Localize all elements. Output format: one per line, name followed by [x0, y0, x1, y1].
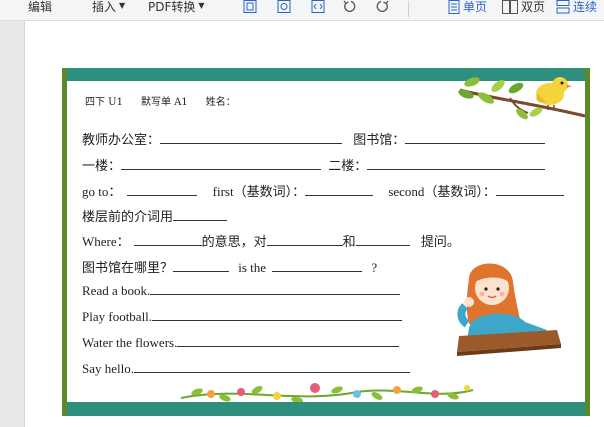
bottom-band — [67, 402, 585, 416]
answer-blank[interactable] — [305, 185, 374, 196]
continuous-button[interactable]: 连续 — [556, 0, 597, 18]
answer-blank[interactable] — [367, 159, 546, 170]
double-page-button[interactable]: 双页 — [502, 0, 545, 18]
answer-blank[interactable] — [121, 159, 322, 170]
answer-blank[interactable] — [495, 185, 564, 196]
continuous-label: 连续 — [573, 0, 598, 14]
line-floors: 一楼： 二楼： — [82, 155, 546, 174]
left-gutter — [0, 21, 24, 427]
line-preposition: 楼层前的介词用 — [82, 206, 228, 225]
top-toolbar: 编辑 插入 ▼ PDF转换 ▼ 单页 双页 连续 — [0, 0, 604, 21]
line-water-flowers: Water the flowers. — [82, 335, 400, 351]
girl-reading-illustration — [457, 263, 561, 356]
edit-label: 编辑 — [28, 0, 53, 14]
chevron-down-icon: ▼ — [198, 1, 205, 10]
fit-width-icon[interactable] — [276, 0, 292, 14]
line-say-hello: Say hello. — [82, 361, 410, 377]
double-page-icon — [502, 0, 518, 14]
actual-size-icon[interactable] — [310, 0, 326, 14]
edit-menu[interactable]: 编辑 — [28, 0, 52, 18]
answer-blank[interactable] — [150, 284, 401, 295]
answer-blank[interactable] — [266, 235, 343, 246]
dictation-label: 默写单 A1 — [140, 97, 188, 108]
answer-blank[interactable] — [134, 362, 410, 373]
pdf-convert-menu[interactable]: PDF转换 ▼ — [148, 0, 205, 18]
answer-blank[interactable] — [160, 133, 343, 144]
fit-page-icon[interactable] — [242, 0, 258, 14]
rotate-right-icon[interactable] — [374, 0, 390, 14]
insert-label: 插入 — [92, 0, 117, 14]
insert-menu[interactable]: 插入 ▼ — [92, 0, 125, 18]
answer-blank[interactable] — [177, 336, 400, 347]
answer-blank[interactable] — [405, 133, 546, 144]
toolbar-divider — [408, 1, 409, 17]
name-label: 姓名： — [205, 97, 236, 108]
answer-blank[interactable] — [152, 310, 403, 321]
chevron-down-icon: ▼ — [119, 1, 126, 10]
single-page-button[interactable]: 单页 — [448, 0, 487, 18]
line-play-football: Play football. — [82, 309, 403, 325]
rotate-left-icon[interactable] — [342, 0, 358, 14]
continuous-icon — [556, 0, 570, 14]
answer-blank[interactable] — [355, 235, 410, 246]
document-page: 四下 U1 默写单 A1 姓名： 教师办公室： 图书馆： 一楼： 二楼： go … — [24, 21, 604, 427]
answer-blank[interactable] — [133, 235, 202, 246]
worksheet: 四下 U1 默写单 A1 姓名： 教师办公室： 图书馆： 一楼： 二楼： go … — [62, 68, 590, 416]
unit-label: 四下 U1 — [85, 97, 123, 108]
answer-blank[interactable] — [127, 185, 198, 196]
answer-blank[interactable] — [173, 210, 228, 221]
single-page-label: 单页 — [463, 0, 488, 14]
double-page-label: 双页 — [521, 0, 546, 14]
answer-blank[interactable] — [272, 261, 363, 272]
line-library-where: 图书馆在哪里？ is the ? — [82, 260, 378, 275]
line-read-a-book: Read a book. — [82, 283, 401, 299]
worksheet-header: 四下 U1 默写单 A1 姓名： — [85, 93, 254, 108]
pdf-convert-label: PDF转换 — [148, 0, 196, 14]
bird-on-branch-illustration — [458, 77, 586, 120]
line-teachers-office: 教师办公室： 图书馆： — [82, 129, 546, 148]
line-go-to: go to： first（基数词）： second（基数词）： — [82, 181, 564, 200]
line-where: Where： 的意思，对和 提问。 — [82, 234, 460, 249]
single-page-icon — [448, 0, 460, 14]
answer-blank[interactable] — [173, 261, 230, 272]
